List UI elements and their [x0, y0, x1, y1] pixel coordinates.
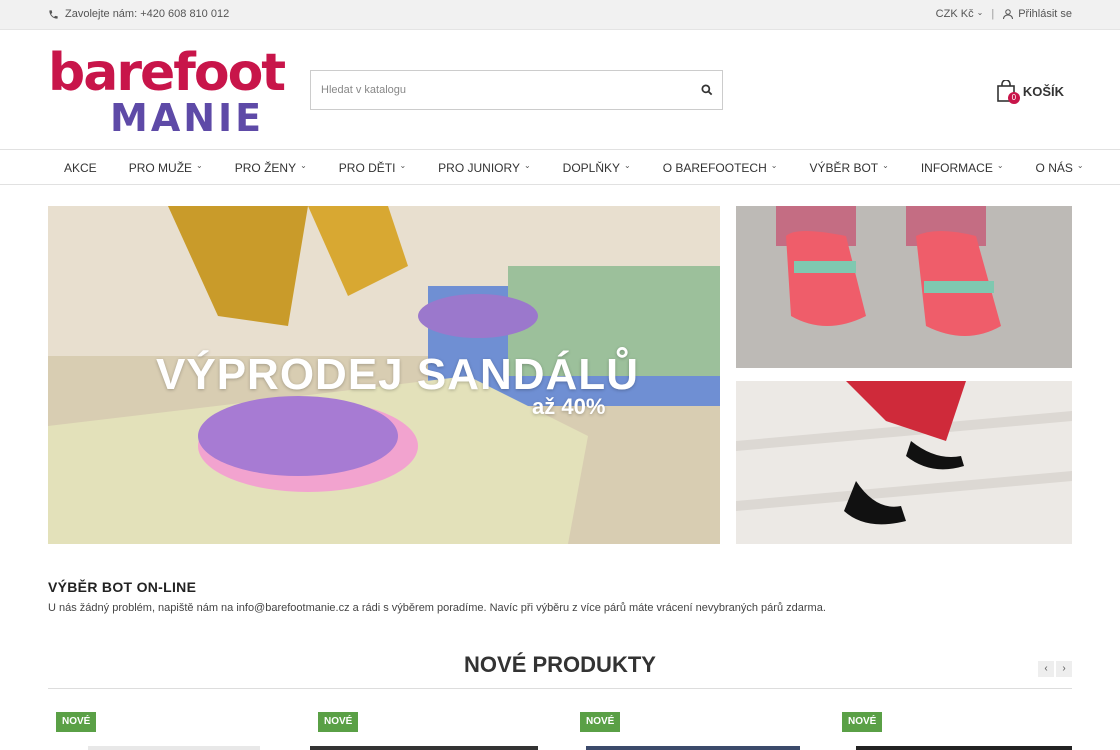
login-link[interactable]: Přihlásit se [1002, 8, 1072, 20]
cart-count-badge: 0 [1007, 92, 1020, 104]
main-nav: AKCE PRO MUŽE ⌄ PRO ŽENY ⌄ PRO DĚTI ⌄ PRO JUNIO… [0, 151, 1120, 185]
chevron-down-icon: ⌄ [882, 160, 889, 170]
nav-item-pro-muže[interactable]: PRO MUŽE ⌄ [113, 160, 219, 176]
search-icon[interactable] [700, 83, 714, 97]
product-image[interactable] [586, 746, 800, 750]
topbar-separator: | [991, 8, 995, 20]
nav-item-pro-děti[interactable]: PRO DĚTI ⌄ [323, 160, 422, 176]
chevron-down-icon: ⌄ [523, 160, 531, 170]
chevron-down-icon: ⌄ [976, 8, 984, 17]
site-logo[interactable]: barefoot MANIE [48, 43, 286, 140]
info-heading: VÝBĚR BOT ON-LINE [48, 579, 197, 595]
chevron-down-icon: ⌄ [1076, 160, 1084, 170]
hero-title: VÝPRODEJ SANDÁLŮ [156, 350, 639, 399]
nav-item-pro-ženy[interactable]: PRO ŽENY ⌄ [219, 160, 323, 176]
product-card[interactable]: NOVÉ [48, 712, 268, 750]
chevron-down-icon: ⌄ [196, 160, 203, 170]
nav-item-label: O BAREFOOTECH [662, 161, 767, 175]
phone-contact[interactable]: Zavolejte nám: +420 608 810 012 [48, 8, 229, 20]
phone-text: Zavolejte nám: +420 608 810 012 [65, 8, 230, 20]
new-badge: NOVÉ [56, 712, 97, 732]
new-products-title: NOVÉ PRODUKTY [464, 652, 656, 677]
product-card[interactable]: NOVÉ [310, 712, 538, 750]
nav-item-o-barefootech[interactable]: O BAREFOOTECH ⌄ [647, 160, 794, 176]
cart-label: KOŠÍK [1022, 83, 1064, 99]
cart-button[interactable]: 0 KOŠÍK [997, 79, 1064, 104]
nav-item-label: VÝBĚR BOT [809, 161, 879, 175]
hero-subtitle: až 40% [532, 394, 606, 419]
shopping-bag-icon: 0 [997, 79, 1020, 104]
user-icon [1003, 9, 1014, 20]
new-badge: NOVÉ [580, 712, 621, 732]
nav-item-doplňky[interactable]: DOPLŇKY ⌄ [547, 160, 647, 176]
section-divider [48, 688, 1072, 689]
product-card[interactable]: NOVÉ [834, 712, 1072, 750]
carousel-controls: ‹ › [1038, 661, 1072, 677]
site-header: barefoot MANIE 0 KOŠÍK [0, 30, 1120, 150]
nav-item-akce[interactable]: AKCE [48, 161, 113, 175]
nav-item-label: DOPLŇKY [562, 161, 621, 175]
nav-item-label: PRO MUŽE [128, 161, 193, 175]
carousel-prev-button[interactable]: ‹ [1038, 661, 1054, 677]
new-badge: NOVÉ [842, 712, 883, 732]
nav-item-pro-juniory[interactable]: PRO JUNIORY ⌄ [422, 160, 547, 176]
currency-select[interactable]: CZK Kč ⌄ [936, 8, 984, 20]
chevron-down-icon: ⌄ [624, 160, 631, 170]
search-box [310, 70, 723, 110]
product-image[interactable] [310, 746, 538, 750]
top-bar: Zavolejte nám: +420 608 810 012 CZK Kč ⌄… [0, 0, 1120, 30]
carousel-next-button[interactable]: › [1056, 661, 1072, 677]
product-image[interactable] [88, 746, 260, 750]
new-badge: NOVÉ [318, 712, 359, 732]
hero-banner[interactable]: VÝPRODEJ SANDÁLŮ až 40% [48, 206, 720, 544]
nav-item-o-nás[interactable]: O NÁS ⌄ [1020, 160, 1100, 176]
chevron-down-icon: ⌄ [770, 160, 778, 170]
nav-item-výběr-bot[interactable]: VÝBĚR BOT ⌄ [793, 160, 904, 176]
nav-item-label: PRO JUNIORY [438, 161, 520, 175]
info-text: U nás žádný problém, napiště nám na info… [48, 602, 826, 614]
phone-icon [49, 9, 58, 19]
product-card[interactable]: NOVÉ [572, 712, 800, 750]
side-banner-top[interactable] [736, 206, 1072, 368]
side-banner-bottom[interactable] [736, 381, 1072, 544]
chevron-down-icon: ⌄ [300, 160, 307, 170]
currency-label: CZK Kč [935, 8, 974, 20]
side-banner-bottom-image [736, 381, 1072, 544]
nav-item-label: INFORMACE [920, 161, 993, 175]
nav-item-label: PRO DĚTI [338, 161, 396, 175]
chevron-down-icon: ⌄ [996, 160, 1004, 170]
nav-item-label: PRO ŽENY [234, 161, 297, 175]
logo-text-top: barefoot [48, 43, 286, 103]
info-section: VÝBĚR BOT ON-LINE U nás žádný problém, n… [48, 579, 1072, 614]
nav-item-label: AKCE [64, 161, 97, 175]
product-image[interactable] [856, 746, 1072, 750]
logo-text-bottom: MANIE [110, 96, 265, 140]
login-label: Přihlásit se [1018, 8, 1072, 20]
search-input[interactable] [311, 71, 671, 109]
side-banner-top-image [736, 206, 1072, 368]
chevron-down-icon: ⌄ [399, 160, 407, 170]
nav-item-label: O NÁS [1035, 161, 1073, 175]
nav-item-informace[interactable]: INFORMACE ⌄ [905, 160, 1020, 176]
